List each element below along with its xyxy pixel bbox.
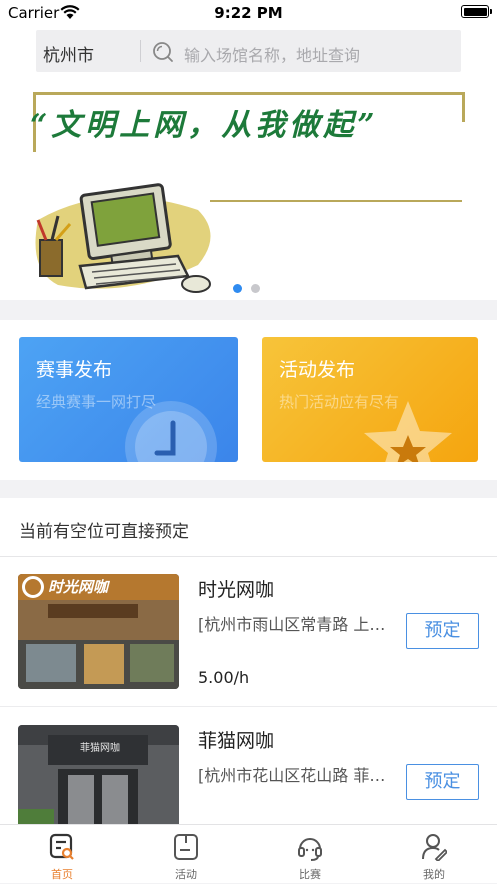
available-venues-section: 当前有空位可直接预定 时光网咖 时光网咖 [杭州市雨山区常青路 上网就是时光 5… [0, 498, 497, 840]
carousel-dot-active[interactable] [233, 284, 242, 293]
tab-profile[interactable]: 我的 [372, 825, 496, 884]
computer-illustration [35, 183, 211, 293]
venue-thumbnail: 菲猫网咖 [18, 725, 179, 840]
divider [0, 706, 497, 707]
book-button[interactable]: 预定 [406, 613, 479, 649]
banner-carousel[interactable]: “文明上网，从我做起” [0, 80, 497, 300]
event-publish-card[interactable]: 赛事发布 经典赛事一网打尽 [19, 337, 238, 462]
activity-icon [173, 833, 199, 861]
tab-label: 活动 [175, 868, 197, 881]
clock: 9:22 PM [214, 4, 283, 22]
tab-match[interactable]: 比赛 [248, 825, 372, 884]
carousel-indicator [233, 278, 269, 297]
carousel-dot[interactable] [251, 284, 260, 293]
banner-frame [462, 92, 465, 122]
book-button[interactable]: 预定 [406, 764, 479, 800]
tab-home[interactable]: 首页 [0, 825, 124, 884]
city-selector[interactable]: 杭州市 [43, 41, 94, 66]
activity-publish-card[interactable]: 活动发布 热门活动应有尽有 [262, 337, 478, 462]
section-title: 当前有空位可直接预定 [19, 522, 189, 542]
clock-icon [125, 401, 217, 462]
quick-actions: 赛事发布 经典赛事一网打尽 活动发布 热门活动应有尽有 [0, 320, 497, 480]
home-icon [49, 833, 75, 861]
battery-icon [461, 5, 492, 18]
tab-activity[interactable]: 活动 [124, 825, 248, 884]
search-divider [140, 40, 141, 62]
search-bar: 杭州市 输入场馆名称，地址查询 [36, 30, 461, 72]
venue-sign: 菲猫网咖 [80, 743, 120, 754]
tab-label: 我的 [423, 868, 445, 881]
venue-thumbnail: 时光网咖 [18, 574, 179, 689]
star-icon [364, 401, 452, 462]
venue-price: 5.00/h [198, 668, 250, 687]
venue-sign: 时光网咖 [48, 578, 109, 596]
tab-label: 首页 [51, 868, 73, 881]
search-icon [152, 41, 174, 67]
status-bar: Carrier 9:22 PM [0, 0, 497, 28]
tab-label: 比赛 [299, 868, 321, 881]
banner-slogan: “文明上网，从我做起” [30, 108, 379, 143]
venue-name: 时光网咖 [198, 579, 275, 601]
profile-icon [421, 833, 449, 863]
bottom-tab-bar: 首页 活动 比赛 我的 [0, 824, 497, 883]
card-title: 赛事发布 [36, 359, 113, 381]
banner-frame [33, 92, 465, 95]
venue-address: [杭州市雨山区常青路 上网就是时光 [198, 615, 390, 634]
headset-icon [297, 833, 323, 861]
venue-address: [杭州市花山区花山路 菲猫网咖 [198, 766, 390, 785]
card-title: 活动发布 [279, 359, 356, 381]
search-input[interactable]: 输入场馆名称，地址查询 [184, 42, 360, 66]
top-header: 杭州市 输入场馆名称，地址查询 [0, 28, 497, 80]
banner-frame [210, 200, 462, 202]
venue-item[interactable]: 时光网咖 时光网咖 [杭州市雨山区常青路 上网就是时光 5.00/h 预定 [0, 557, 497, 707]
venue-name: 菲猫网咖 [198, 730, 275, 752]
